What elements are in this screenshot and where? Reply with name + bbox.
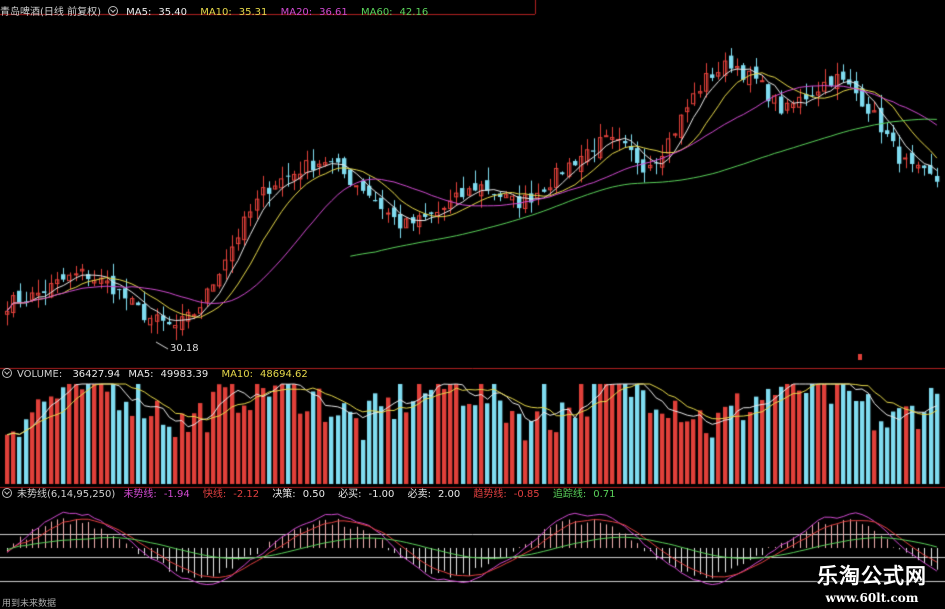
ind-item-3: 必买: -1.00 bbox=[338, 489, 395, 500]
volume-label: VOLUME: bbox=[17, 369, 63, 380]
watermark: 乐淘公式网 www.60lt.com bbox=[817, 560, 927, 605]
indicator-legend: 未势线(6,14,95,250) 未势线: -1.94 快线: -2.12 决策: 0… bbox=[0, 488, 625, 502]
indicator-name: 未势线(6,14,95,250) bbox=[17, 489, 116, 500]
volume-value: 36427.94 bbox=[72, 369, 121, 380]
price-legend: 青岛啤酒(日线 前复权) MA5: 35.40 MA10: 35.31 MA20: 3… bbox=[0, 6, 438, 20]
stock-title: 青岛啤酒(日线 前复权) bbox=[0, 7, 101, 18]
ind-item-1: 快线: -2.12 bbox=[202, 489, 260, 500]
ma10-legend: MA10: 35.31 bbox=[200, 7, 268, 18]
footnote: 用到未来数据 bbox=[2, 599, 57, 609]
ind-item-6: 追踪线: 0.71 bbox=[552, 489, 616, 500]
low-price-label: 30.18 bbox=[170, 343, 199, 354]
volume-legend: VOLUME: 36427.94 MA5: 49983.39 MA10: 48694… bbox=[0, 368, 318, 382]
settings-icon[interactable] bbox=[107, 6, 118, 16]
stock-chart-canvas bbox=[0, 0, 945, 609]
ind-item-0: 未势线: -1.94 bbox=[123, 489, 190, 500]
ma5-legend: MA5: 35.40 bbox=[126, 7, 188, 18]
settings-icon[interactable] bbox=[2, 488, 12, 498]
settings-icon[interactable] bbox=[2, 368, 12, 378]
ma20-legend: MA20: 36.61 bbox=[280, 7, 348, 18]
ma60-legend: MA60: 42.16 bbox=[360, 7, 429, 18]
low-price-value: 30.18 bbox=[170, 343, 199, 354]
vol-ma5-legend: MA5: 49983.39 bbox=[128, 369, 209, 380]
ind-item-2: 决策: 0.50 bbox=[272, 489, 325, 500]
watermark-title: 乐淘公式网 bbox=[817, 563, 927, 588]
ind-item-5: 趋势线: -0.85 bbox=[473, 489, 540, 500]
ind-item-4: 必卖: 2.00 bbox=[407, 489, 461, 500]
watermark-url: www.60lt.com bbox=[825, 591, 919, 605]
vol-ma10-legend: MA10: 48694.62 bbox=[221, 369, 308, 380]
